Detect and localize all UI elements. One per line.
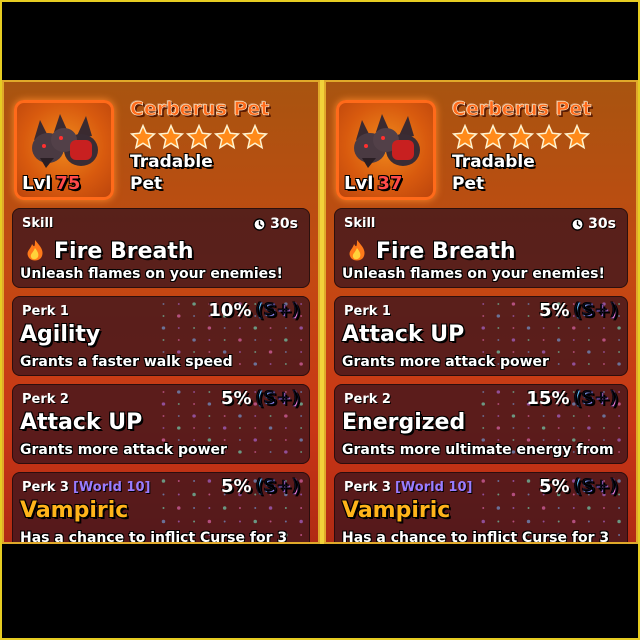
perk-description: Has a chance to inflict Curse for 3 xyxy=(342,530,610,544)
perk-label: Perk 3 [World 10] xyxy=(344,480,472,495)
pet-level: Lvl 37 xyxy=(344,173,402,194)
perk-grade: (S+) xyxy=(573,476,618,498)
world-tag: [World 10] xyxy=(72,480,151,495)
perk-grade: (S+) xyxy=(255,300,300,322)
skill-description: Unleash flames on your enemies! xyxy=(20,266,283,282)
cerberus-pet-icon xyxy=(32,114,98,168)
skill-name: Fire Breath xyxy=(54,238,194,264)
perk-percent: 15% (S+) xyxy=(526,388,618,410)
star-icon xyxy=(242,124,268,150)
perk-percent: 5% (S+) xyxy=(538,476,618,498)
perk-label-text: Perk 3 xyxy=(22,480,69,495)
skill-title: Fire Breath xyxy=(22,238,194,264)
skill-cooldown: 30s xyxy=(571,216,616,232)
perk-percent-value: 5% xyxy=(538,476,570,497)
perk-percent-value: 5% xyxy=(220,476,252,497)
skill-description: Unleash flames on your enemies! xyxy=(342,266,605,282)
star-rating xyxy=(452,124,590,150)
perk-name: Agility xyxy=(20,322,101,347)
cerberus-pet-icon xyxy=(354,114,420,168)
perk-label: Perk 1 xyxy=(22,304,69,319)
pet-icon-box: Lvl 75 xyxy=(14,100,114,200)
star-icon xyxy=(536,124,562,150)
star-icon xyxy=(564,124,590,150)
perk-panel-1: Perk 1 5% (S+) Attack UP Grants more atta… xyxy=(334,296,628,376)
pet-name: Cerberus Pet xyxy=(130,98,270,121)
cooldown-value: 30s xyxy=(270,216,298,232)
level-label: Lvl xyxy=(344,173,374,194)
pet-icon-box: Lvl 37 xyxy=(336,100,436,200)
perk-description: Has a chance to inflict Curse for 3 xyxy=(20,530,288,544)
skill-cooldown: 30s xyxy=(253,216,298,232)
perk-percent-value: 15% xyxy=(526,388,570,409)
skill-panel: Skill 30s Fire Breath Unleash flames on … xyxy=(334,208,628,288)
perk-percent-value: 5% xyxy=(538,300,570,321)
perk-panel-2: Perk 2 15% (S+) Energized Grants more ult… xyxy=(334,384,628,464)
skill-panel: Skill 30s Fire Breath Unleash flames on … xyxy=(12,208,310,288)
star-icon xyxy=(480,124,506,150)
perk-grade: (S+) xyxy=(255,388,300,410)
flame-icon xyxy=(27,240,43,261)
pet-card-right[interactable]: Lvl 37 Cerberus Pet Tradable Pet Skill 30… xyxy=(324,80,638,544)
clock-icon xyxy=(571,217,584,231)
pet-card-left[interactable]: Lvl 75 Cerberus Pet Tradable Pet Skill 30… xyxy=(2,80,320,544)
star-icon xyxy=(508,124,534,150)
perk-label: Perk 1 xyxy=(344,304,391,319)
perk-description: Grants more attack power xyxy=(342,354,549,370)
perk-name: Attack UP xyxy=(20,410,143,435)
perk-label: Perk 3 [World 10] xyxy=(22,480,150,495)
perk-name: Vampiric xyxy=(20,498,129,523)
perk-percent: 5% (S+) xyxy=(220,388,300,410)
perk-panel-1: Perk 1 10% (S+) Agility Grants a faster w… xyxy=(12,296,310,376)
perk-label: Perk 2 xyxy=(22,392,69,407)
star-rating xyxy=(130,124,268,150)
perk-grade: (S+) xyxy=(573,388,618,410)
skill-label: Skill xyxy=(22,216,54,231)
perk-description: Grants more ultimate energy from xyxy=(342,442,614,458)
perk-percent: 5% (S+) xyxy=(538,300,618,322)
perk-percent: 10% (S+) xyxy=(208,300,300,322)
flame-icon xyxy=(349,240,365,261)
clock-icon xyxy=(253,217,266,231)
perk-panel-3: Perk 3 [World 10] 5% (S+) Vampiric Has a c… xyxy=(12,472,310,544)
tradable-label: Tradable xyxy=(130,152,213,172)
tradable-label: Tradable xyxy=(452,152,535,172)
level-label: Lvl xyxy=(22,173,52,194)
level-value: 37 xyxy=(377,173,403,194)
pet-type: Pet xyxy=(130,174,163,194)
star-icon xyxy=(186,124,212,150)
star-icon xyxy=(130,124,156,150)
perk-grade: (S+) xyxy=(255,476,300,498)
skill-name: Fire Breath xyxy=(376,238,516,264)
perk-name: Energized xyxy=(342,410,466,435)
perk-description: Grants a faster walk speed xyxy=(20,354,233,370)
star-icon xyxy=(158,124,184,150)
perk-name: Vampiric xyxy=(342,498,451,523)
perk-percent-value: 10% xyxy=(208,300,252,321)
world-tag: [World 10] xyxy=(394,480,473,495)
pet-type: Pet xyxy=(452,174,485,194)
pet-level: Lvl 75 xyxy=(22,173,80,194)
perk-label-text: Perk 3 xyxy=(344,480,391,495)
pet-name: Cerberus Pet xyxy=(452,98,592,121)
cooldown-value: 30s xyxy=(588,216,616,232)
perk-panel-2: Perk 2 5% (S+) Attack UP Grants more atta… xyxy=(12,384,310,464)
star-icon xyxy=(214,124,240,150)
perk-panel-3: Perk 3 [World 10] 5% (S+) Vampiric Has a c… xyxy=(334,472,628,544)
perk-percent: 5% (S+) xyxy=(220,476,300,498)
level-value: 75 xyxy=(55,173,81,194)
perk-name: Attack UP xyxy=(342,322,465,347)
perk-grade: (S+) xyxy=(573,300,618,322)
perk-label: Perk 2 xyxy=(344,392,391,407)
star-icon xyxy=(452,124,478,150)
perk-description: Grants more attack power xyxy=(20,442,227,458)
perk-percent-value: 5% xyxy=(220,388,252,409)
skill-label: Skill xyxy=(344,216,376,231)
skill-title: Fire Breath xyxy=(344,238,516,264)
